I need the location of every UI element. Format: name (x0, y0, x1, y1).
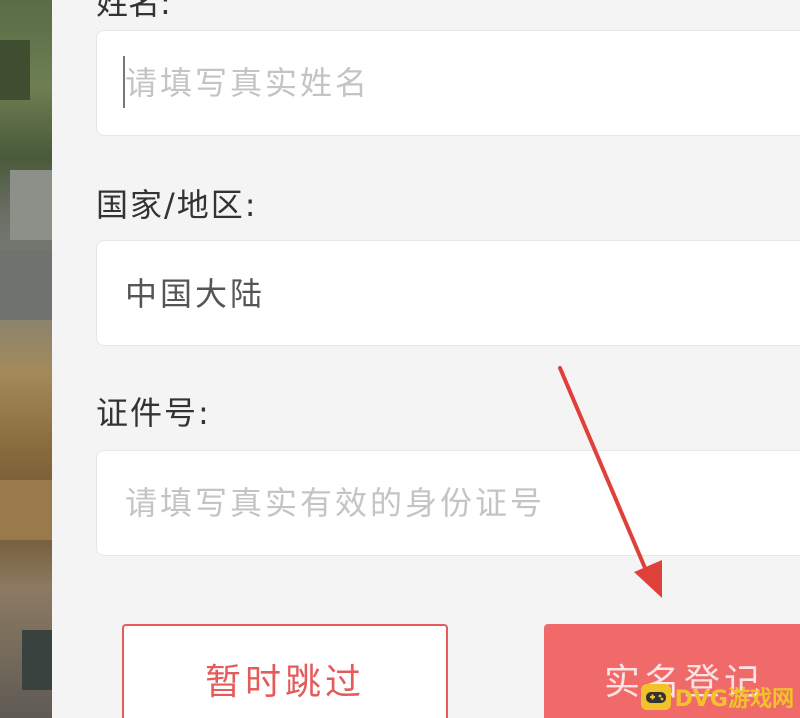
name-field[interactable] (96, 30, 800, 136)
name-label: 姓名: (96, 0, 171, 22)
name-input[interactable] (125, 31, 785, 135)
id-number-input[interactable] (125, 451, 785, 555)
gamepad-icon (640, 684, 671, 710)
skip-button[interactable]: 暂时跳过 (122, 624, 448, 718)
country-label: 国家/地区: (96, 186, 258, 224)
text-cursor (123, 56, 125, 108)
watermark-text: DVG游戏网 (674, 687, 794, 712)
country-value: 中国大陆 (125, 275, 266, 313)
id-number-field[interactable] (96, 450, 800, 556)
game-background (0, 0, 52, 718)
watermark: DVG游戏网 (640, 680, 794, 714)
id-number-label: 证件号: (96, 394, 211, 432)
country-field[interactable]: 中国大陆 (96, 240, 800, 346)
